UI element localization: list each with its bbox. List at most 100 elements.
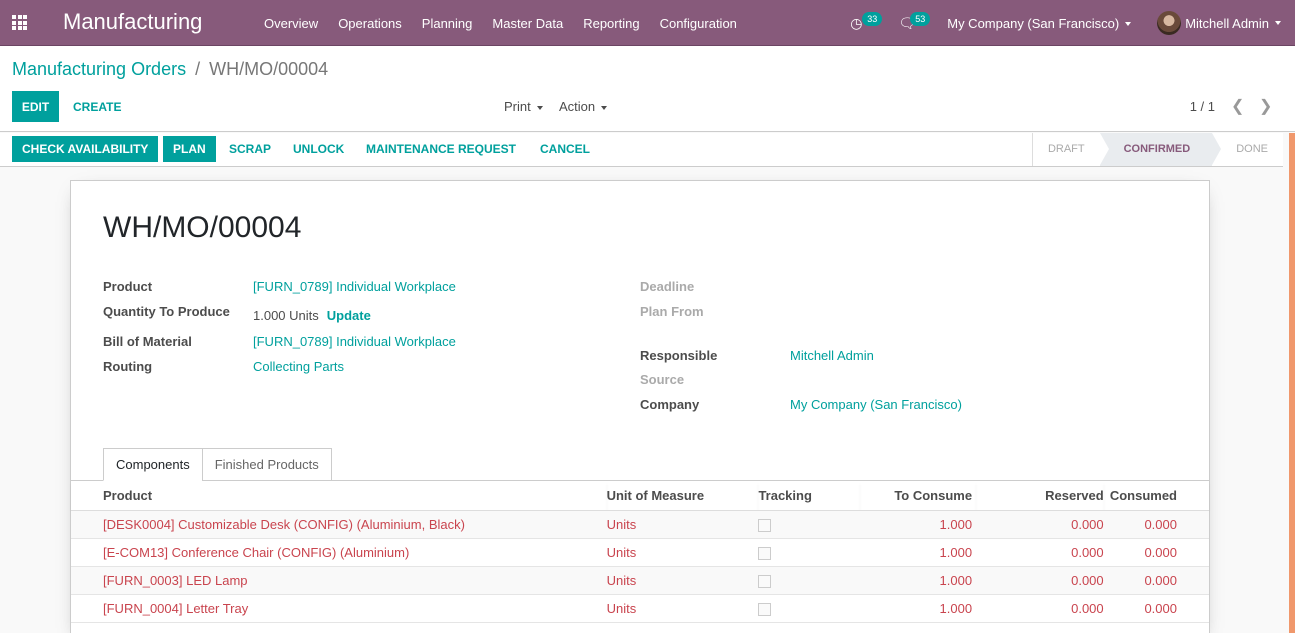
systray: ◷ 33 🗨 53 My Company (San Francisco) Mit… [844,0,1295,46]
maintenance-request-button[interactable]: Maintenance Request [356,136,526,162]
cell-reserved: 0.000 [976,566,1104,595]
cell-consumed: 0.000 [1103,594,1209,623]
print-label: Print [504,99,531,114]
print-dropdown[interactable]: Print [504,99,543,114]
routing-value[interactable]: Collecting Parts [253,359,344,374]
cell-consumed: 0.000 [1103,566,1209,595]
app-name[interactable]: Manufacturing [63,9,202,35]
caret-down-icon [1275,21,1281,25]
menu-configuration[interactable]: Configuration [650,16,747,31]
record-title: WH/MO/00004 [103,211,302,244]
activity-badge: 33 [862,12,883,26]
cell-tracking [758,538,860,567]
breadcrumb-separator: / [195,59,201,79]
menu-master-data[interactable]: Master Data [482,16,573,31]
tracking-checkbox[interactable] [758,574,772,588]
breadcrumb: Manufacturing Orders / WH/MO/00004 [12,59,328,80]
bom-value[interactable]: [FURN_0789] Individual Workplace [253,334,456,349]
tracking-checkbox[interactable] [758,546,772,560]
tracking-checkbox[interactable] [758,518,772,532]
breadcrumb-current: WH/MO/00004 [209,59,329,79]
menu-planning[interactable]: Planning [412,16,483,31]
update-quantity-button[interactable]: Update [327,308,371,323]
components-table: Product Unit of Measure Tracking To Cons… [71,481,1209,623]
scrollbar[interactable] [1289,133,1295,633]
tracking-checkbox[interactable] [758,602,772,616]
routing-label: Routing [103,359,153,374]
col-reserved[interactable]: Reserved [976,481,1104,511]
col-uom[interactable]: Unit of Measure [606,481,759,511]
cell-to-consume: 1.000 [859,510,977,539]
product-value[interactable]: [FURN_0789] Individual Workplace [253,279,456,294]
action-label: Action [559,99,596,114]
col-to-consume[interactable]: To Consume [859,481,977,511]
messages-button[interactable]: 🗨 53 [892,0,932,46]
quantity-label: Quantity To Produce [103,304,230,319]
company-value[interactable]: My Company (San Francisco) [790,397,962,412]
cell-product: [FURN_0003] LED Lamp [71,566,607,595]
company-switcher[interactable]: My Company (San Francisco) [947,15,1132,31]
top-navbar: Manufacturing Overview Operations Planni… [0,0,1295,46]
cell-reserved: 0.000 [976,510,1104,539]
table-row[interactable]: [FURN_0003] LED Lamp Units 1.000 0.000 0… [71,566,1209,595]
state-pipeline: Draft Confirmed Done [1031,133,1283,166]
user-name: Mitchell Admin [1185,15,1269,31]
unlock-button[interactable]: Unlock [283,136,354,162]
deadline-label: Deadline [640,279,695,294]
plan-from-label: Plan From [640,304,704,319]
pager-value[interactable]: 1 / 1 [1190,99,1215,114]
clock-icon: ◷ [850,14,863,31]
cell-uom: Units [606,566,759,595]
apps-menu-icon[interactable] [12,15,30,30]
plan-button[interactable]: Plan [163,136,216,162]
cell-uom: Units [606,510,759,539]
messages-badge: 53 [910,12,931,26]
activity-button[interactable]: ◷ 33 [844,0,884,46]
state-draft: Draft [1047,143,1085,155]
menu-reporting[interactable]: Reporting [573,16,649,31]
table-row[interactable]: [DESK0004] Customizable Desk (CONFIG) (A… [71,510,1209,539]
bom-label: Bill of Material [103,334,192,349]
state-done: Done [1236,143,1268,155]
caret-down-icon [1125,22,1132,27]
product-label: Product [103,279,153,294]
cell-product: [E-COM13] Conference Chair (CONFIG) (Alu… [71,538,607,567]
menu-overview[interactable]: Overview [254,16,328,31]
col-consumed[interactable]: Consumed [1103,481,1209,511]
cell-uom: Units [606,594,759,623]
cell-tracking [758,510,860,539]
tab-components[interactable]: Components [103,448,203,481]
menu-operations[interactable]: Operations [328,16,412,31]
caret-down-icon [601,105,608,110]
responsible-value[interactable]: Mitchell Admin [790,348,874,363]
company-name: My Company (San Francisco) [947,15,1120,31]
cell-consumed: 0.000 [1103,538,1209,567]
cell-product: [DESK0004] Customizable Desk (CONFIG) (A… [71,510,607,539]
action-dropdown[interactable]: Action [559,99,608,114]
pager-next-icon[interactable]: ❯ [1259,96,1272,116]
source-label: Source [640,372,685,387]
cancel-button[interactable]: Cancel [530,136,600,162]
cell-tracking [758,594,860,623]
col-tracking[interactable]: Tracking [758,481,860,511]
cell-uom: Units [606,538,759,567]
check-availability-button[interactable]: Check Availability [12,136,159,162]
cell-reserved: 0.000 [976,538,1104,567]
breadcrumb-parent[interactable]: Manufacturing Orders [12,59,186,79]
table-row[interactable]: [FURN_0004] Letter Tray Units 1.000 0.00… [71,594,1209,623]
pager-previous-icon[interactable]: ❮ [1231,96,1244,116]
avatar [1157,11,1182,35]
tab-finished-products[interactable]: Finished Products [201,448,332,481]
edit-button[interactable]: Edit [12,91,59,122]
quantity-value: 1.000 Units [253,308,319,323]
scrap-button[interactable]: Scrap [219,136,281,162]
col-product[interactable]: Product [71,481,607,511]
caret-down-icon [536,105,543,110]
cell-tracking [758,566,860,595]
control-panel: Manufacturing Orders / WH/MO/00004 Edit … [0,46,1295,132]
notebook-tabs: Components Finished Products [103,448,332,481]
user-menu[interactable]: Mitchell Admin [1157,11,1281,35]
cell-consumed: 0.000 [1103,510,1209,539]
create-button[interactable]: Create [63,91,131,122]
table-row[interactable]: [E-COM13] Conference Chair (CONFIG) (Alu… [71,538,1209,567]
